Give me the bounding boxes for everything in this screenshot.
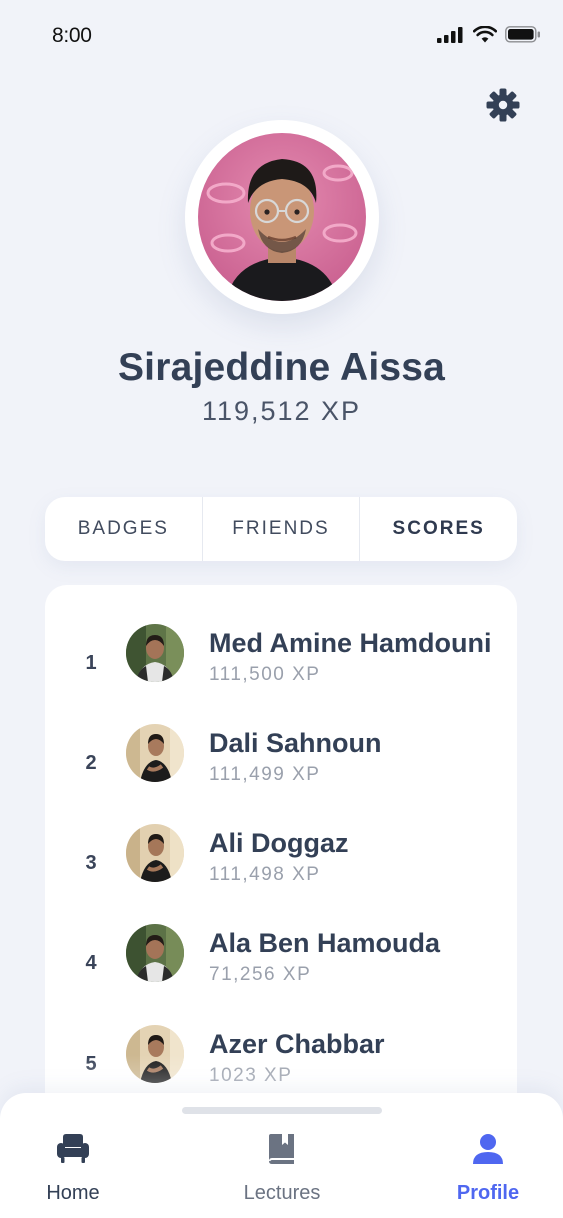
armchair-icon [57, 1134, 89, 1163]
row-name: Dali Sahnoun [209, 728, 382, 758]
leaderboard-list: 1 Med Amine Hamdouni 111,500 XP 2 Dali S… [45, 585, 517, 1145]
row-xp: 1023 XP [209, 1065, 293, 1086]
battery-icon [505, 26, 540, 43]
row-name: Ala Ben Hamouda [209, 928, 441, 958]
profile-name: Sirajeddine Aissa [117, 346, 446, 389]
rank-number: 3 [85, 852, 97, 874]
row-name: Azer Chabbar [209, 1029, 385, 1059]
leaderboard-row[interactable]: 2 Dali Sahnoun 111,499 XP [45, 724, 517, 814]
row-xp: 111,500 XP [209, 664, 321, 685]
leaderboard-row[interactable]: 4 Ala Ben Hamouda 71,256 XP [45, 924, 517, 1014]
gear-icon [486, 88, 520, 122]
profile-xp: 119,512 XP [201, 396, 362, 426]
drag-handle[interactable] [182, 1107, 382, 1114]
settings-button[interactable] [484, 86, 522, 124]
profile-tabs: BADGES FRIENDS SCORES [45, 497, 517, 561]
rank-number: 1 [85, 652, 97, 674]
row-xp: 111,499 XP [209, 764, 321, 785]
nav-lectures[interactable]: Lectures [212, 1133, 352, 1205]
status-time: 8:00 [52, 24, 92, 47]
leaderboard-row[interactable]: 3 Ali Doggaz 111,498 XP [45, 824, 517, 914]
avatar [126, 924, 184, 982]
leaderboard-row[interactable]: 1 Med Amine Hamdouni 111,500 XP [45, 624, 517, 714]
profile-avatar[interactable] [198, 133, 366, 301]
tab-scores[interactable]: SCORES [359, 497, 517, 561]
avatar [126, 1025, 184, 1083]
row-xp: 111,498 XP [209, 864, 321, 885]
avatar [126, 724, 184, 782]
avatar [126, 824, 184, 882]
wifi-icon [473, 26, 497, 43]
bottom-navigation: Home Lectures Profile [0, 1093, 563, 1218]
cellular-signal-icon [437, 26, 463, 43]
status-icons [437, 26, 541, 43]
tab-badges[interactable]: BADGES [45, 497, 202, 561]
profile-avatar-frame [185, 120, 379, 314]
rank-number: 2 [85, 752, 97, 774]
book-icon [269, 1134, 294, 1164]
nav-home-label: Home [46, 1182, 100, 1204]
profile-avatar-image [198, 133, 366, 301]
person-icon [473, 1134, 503, 1164]
rank-number: 5 [85, 1053, 97, 1075]
status-bar: 8:00 [0, 0, 563, 72]
nav-profile-label: Profile [456, 1182, 520, 1204]
rank-number: 4 [85, 952, 97, 974]
row-xp: 71,256 XP [209, 964, 312, 985]
avatar [126, 624, 184, 682]
nav-lectures-label: Lectures [243, 1182, 321, 1204]
tab-friends[interactable]: FRIENDS [201, 497, 360, 561]
row-name: Ali Doggaz [209, 828, 349, 858]
row-name: Med Amine Hamdouni [209, 628, 492, 658]
nav-profile[interactable]: Profile [418, 1133, 558, 1205]
nav-home[interactable]: Home [3, 1133, 143, 1205]
